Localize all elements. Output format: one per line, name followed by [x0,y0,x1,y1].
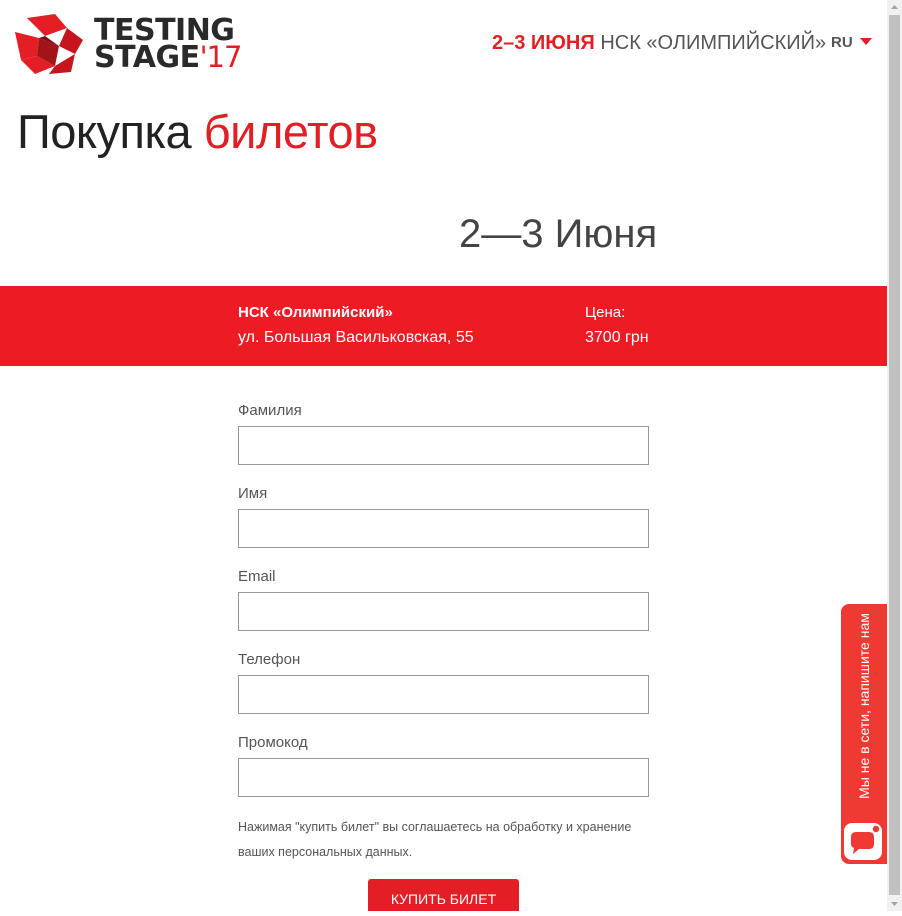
field-firstname: Имя [238,485,649,568]
lastname-label: Фамилия [238,402,302,419]
scroll-up-arrow-icon[interactable] [887,0,902,15]
logo-mark-icon [15,14,83,74]
page: TESTING STAGE'17 2–3 ИЮНЯ НСК «ОЛИМПИЙСК… [0,0,887,911]
event-dates: 2–3 ИЮНЯ [492,32,595,54]
venue-bar: НСК «Олимпийский» ул. Большая Васильковс… [0,286,887,366]
field-lastname: Фамилия [238,402,649,485]
field-email: Email [238,568,649,651]
chat-label-wrap: Мы не в сети, напишите нам [841,604,887,814]
field-phone: Телефон [238,651,649,734]
consent-text: Нажимая "купить билет" вы соглашаетесь н… [238,815,658,865]
chat-label: Мы не в сети, напишите нам [856,613,872,799]
email-input[interactable] [238,592,649,631]
logo-year: '17 [199,40,243,74]
logo[interactable]: TESTING STAGE'17 [15,14,260,74]
field-promocode: Промокод [238,734,649,817]
page-title-part1: Покупка [17,105,192,158]
event-venue: НСК «ОЛИМПИЙСКИЙ» [600,32,827,54]
page-title-part2: билетов [203,105,378,158]
phone-label: Телефон [238,651,301,668]
logo-line-2-word: STAGE [94,40,200,75]
scroll-thumb[interactable] [889,15,900,895]
language-selector[interactable]: RU [831,34,872,51]
caret-down-icon [859,38,872,45]
ticket-form: Фамилия Имя Email Телефон Промокод [238,402,649,817]
venue-address: ул. Большая Васильковская, 55 [238,329,474,346]
chat-widget[interactable]: Мы не в сети, напишите нам [841,604,887,864]
promocode-input[interactable] [238,758,649,797]
date-heading: 2—3 Июня [459,212,658,256]
language-label: RU [831,34,853,51]
buy-ticket-button[interactable]: КУПИТЬ БИЛЕТ [368,879,519,911]
price-label: Цена: [585,304,626,321]
phone-input[interactable] [238,675,649,714]
email-label: Email [238,568,276,585]
venue-name: НСК «Олимпийский» [238,304,393,321]
scrollbar[interactable] [887,0,902,911]
page-title: Покупка билетов [17,104,378,159]
consent-line-2: ваших персональных данных. [238,845,413,859]
logo-text: TESTING STAGE'17 [94,16,242,73]
lastname-input[interactable] [238,426,649,465]
promocode-label: Промокод [238,734,308,751]
logo-line-2: STAGE'17 [94,43,242,73]
event-info: 2–3 ИЮНЯ НСК «ОЛИМПИЙСКИЙ» [492,32,826,55]
firstname-input[interactable] [238,509,649,548]
firstname-label: Имя [238,485,268,502]
scroll-down-arrow-icon[interactable] [887,896,902,911]
chat-bubble-icon [851,824,881,854]
price-value: 3700 грн [585,329,649,346]
consent-line-1: Нажимая "купить билет" вы соглашаетесь н… [238,820,632,834]
chat-icon-box[interactable] [844,823,882,860]
